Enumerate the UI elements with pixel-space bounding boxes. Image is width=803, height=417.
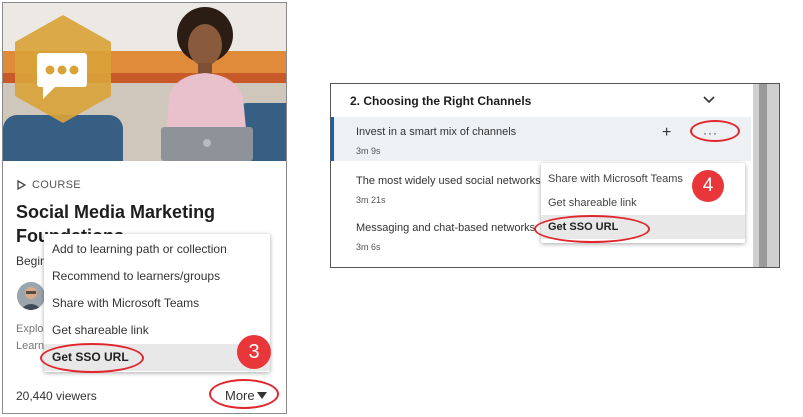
play-triangle-icon: [17, 180, 26, 190]
highlight-ring-sso-right: [534, 215, 650, 243]
menu-item-shareable-link[interactable]: Get shareable link: [44, 317, 270, 344]
course-thumbnail: [3, 3, 286, 161]
highlight-ring-sso-left: [40, 343, 144, 373]
step-badge-3: 3: [237, 335, 271, 369]
menu-item-add-to-path[interactable]: Add to learning path or collection: [44, 236, 270, 263]
lesson-duration: 3m 9s: [356, 146, 381, 156]
lesson-duration: 3m 21s: [356, 195, 386, 205]
step-badge-4: 4: [692, 170, 724, 202]
viewer-count: 20,440 viewers: [16, 389, 97, 403]
course-type-label: COURSE: [17, 179, 81, 191]
chevron-down-icon[interactable]: [703, 96, 715, 104]
lesson-title[interactable]: Invest in a smart mix of channels: [356, 126, 516, 138]
course-level: Begin: [16, 254, 47, 268]
lesson-row-active[interactable]: [331, 117, 751, 161]
plus-icon[interactable]: +: [662, 124, 671, 142]
presenter-photo: [161, 7, 253, 161]
course-type-text: COURSE: [32, 179, 81, 191]
chat-bubble-icon: [15, 15, 111, 123]
active-lesson-indicator: [331, 117, 334, 161]
highlight-ring-ellipsis: [690, 120, 740, 142]
menu-item-share-teams[interactable]: Share with Microsoft Teams: [44, 290, 270, 317]
lesson-duration: 3m 6s: [356, 242, 381, 252]
author-avatar[interactable]: [17, 282, 45, 310]
avatar-image: [17, 282, 45, 310]
scrollbar[interactable]: [753, 84, 779, 267]
highlight-ring-more: [209, 379, 279, 409]
section-title[interactable]: 2. Choosing the Right Channels: [350, 94, 531, 108]
scrollbar-thumb[interactable]: [759, 84, 767, 267]
lesson-title[interactable]: The most widely used social networks: [356, 175, 541, 187]
menu-item-recommend[interactable]: Recommend to learners/groups: [44, 263, 270, 290]
lesson-title[interactable]: Messaging and chat-based networks: [356, 222, 535, 234]
